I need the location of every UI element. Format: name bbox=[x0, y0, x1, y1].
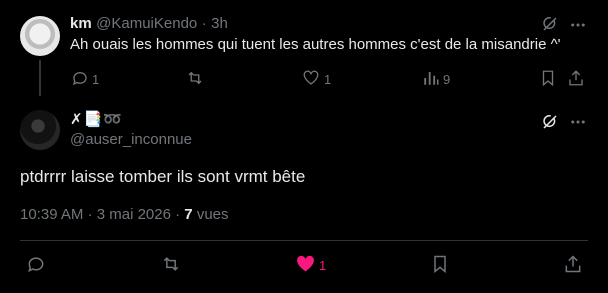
main-author-name[interactable]: ✗📑➿ bbox=[70, 110, 123, 128]
main-text: ptdrrrr laisse tomber ils sont vrmt bête bbox=[20, 167, 306, 186]
main-like-count: 1 bbox=[319, 258, 327, 273]
thread-line bbox=[39, 60, 41, 96]
meta-sep: · bbox=[87, 206, 93, 223]
retweet-icon[interactable] bbox=[160, 254, 182, 274]
meta-sep: · bbox=[175, 206, 181, 223]
views-icon[interactable] bbox=[422, 69, 440, 87]
reply-like-count: 1 bbox=[324, 72, 332, 87]
like-icon[interactable] bbox=[295, 254, 316, 274]
more-icon[interactable] bbox=[569, 113, 587, 131]
reply-author-handle[interactable]: @KamuiKendo bbox=[96, 15, 197, 32]
bookmark-icon[interactable] bbox=[539, 68, 557, 88]
like-icon[interactable] bbox=[302, 69, 320, 87]
reply-header: km @KamuiKendo · 3h bbox=[70, 15, 228, 33]
more-icon[interactable] bbox=[569, 16, 587, 34]
main-meta: 10:39 AM · 3 mai 2026 · 7 vues bbox=[20, 206, 229, 223]
reply-icon[interactable] bbox=[71, 69, 89, 87]
divider bbox=[20, 240, 588, 241]
main-date[interactable]: 3 mai 2026 bbox=[97, 206, 171, 223]
grok-icon[interactable] bbox=[541, 15, 559, 33]
reply-icon[interactable] bbox=[26, 254, 46, 274]
main-views-label: vues bbox=[196, 206, 229, 223]
reply-reply-count: 1 bbox=[92, 72, 100, 87]
main-avatar[interactable] bbox=[20, 110, 60, 150]
reply-separator: · bbox=[201, 15, 207, 32]
main-time[interactable]: 10:39 AM bbox=[20, 206, 83, 223]
share-icon[interactable] bbox=[567, 68, 585, 88]
reply-views-count: 9 bbox=[443, 72, 451, 87]
reply-avatar[interactable] bbox=[20, 16, 60, 56]
main-author-handle[interactable]: @auser_inconnue bbox=[70, 131, 192, 148]
reply-text: Ah ouais les hommes qui tuent les autres… bbox=[70, 36, 561, 53]
main-views-count: 7 bbox=[184, 206, 193, 223]
reply-time[interactable]: 3h bbox=[211, 15, 228, 32]
bookmark-icon[interactable] bbox=[430, 253, 450, 275]
grok-icon[interactable] bbox=[541, 113, 559, 131]
share-icon[interactable] bbox=[563, 253, 583, 275]
reply-author-name[interactable]: km bbox=[70, 15, 92, 32]
retweet-icon[interactable] bbox=[185, 69, 205, 87]
